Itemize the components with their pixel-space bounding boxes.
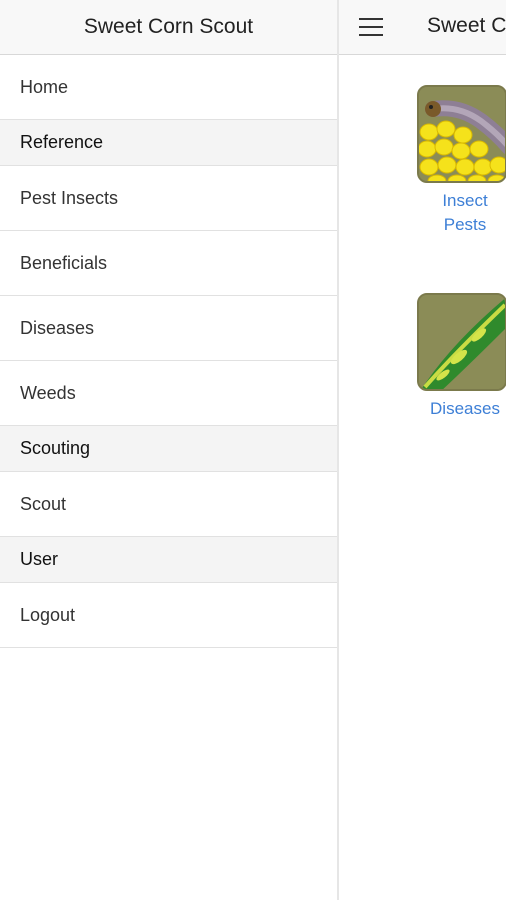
hamburger-menu-icon[interactable] bbox=[359, 18, 383, 36]
menu-item-label: Diseases bbox=[20, 317, 95, 338]
drawer-title: Sweet Corn Scout bbox=[0, 0, 337, 55]
menu-item-label: Beneficials bbox=[20, 252, 108, 273]
app-bar: Sweet C bbox=[339, 0, 506, 55]
caterpillar-on-corn-icon bbox=[417, 85, 506, 183]
tile-diseases[interactable]: Diseases bbox=[339, 293, 506, 423]
main-content: Sweet C Insect Pests Diseases bbox=[339, 0, 506, 900]
menu-item-label: Home bbox=[20, 76, 69, 97]
menu-item-label: Scout bbox=[20, 493, 67, 514]
menu-item-scout[interactable]: Scout bbox=[0, 472, 337, 537]
menu-item-weeds[interactable]: Weeds bbox=[0, 361, 337, 426]
menu-section-reference: Reference bbox=[0, 120, 337, 166]
menu-item-label: Pest Insects bbox=[20, 187, 119, 208]
section-label: User bbox=[20, 549, 59, 569]
menu-item-label: Logout bbox=[20, 604, 76, 625]
menu-item-home[interactable]: Home bbox=[0, 55, 337, 120]
tile-insect-pests[interactable]: Insect Pests bbox=[339, 85, 506, 245]
menu-item-logout[interactable]: Logout bbox=[0, 583, 337, 648]
navigation-drawer: Sweet Corn Scout Home Reference Pest Ins… bbox=[0, 0, 339, 900]
page-title: Sweet C bbox=[427, 14, 506, 37]
menu-item-beneficials[interactable]: Beneficials bbox=[0, 231, 337, 296]
menu-item-diseases[interactable]: Diseases bbox=[0, 296, 337, 361]
menu-item-label: Weeds bbox=[20, 382, 76, 403]
tile-label-pests: Pests bbox=[443, 215, 487, 234]
menu-item-pest-insects[interactable]: Pest Insects bbox=[0, 166, 337, 231]
tile-label-insect: Insect bbox=[442, 191, 488, 210]
menu-section-scouting: Scouting bbox=[0, 426, 337, 472]
section-label: Scouting bbox=[20, 438, 91, 458]
tile-label-diseases: Diseases bbox=[430, 399, 500, 418]
menu-section-user: User bbox=[0, 537, 337, 583]
section-label: Reference bbox=[20, 132, 104, 152]
diseased-leaf-icon bbox=[417, 293, 506, 391]
